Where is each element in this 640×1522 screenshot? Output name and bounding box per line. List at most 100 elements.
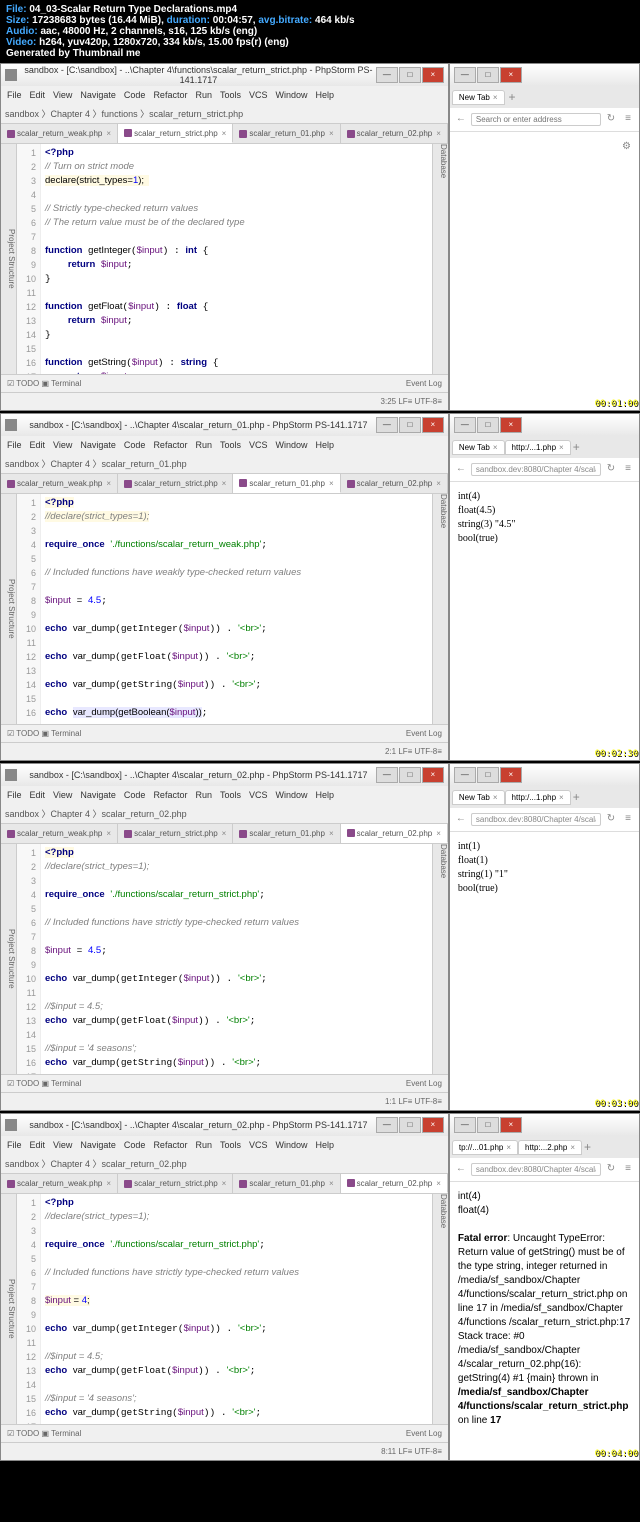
menu-run[interactable]: Run [195, 90, 212, 100]
browser-content: int(4) float(4.5) string(3) "4.5" bool(t… [450, 482, 639, 760]
ide-window: sandbox - [C:\sandbox] - ..\Chapter 4\fu… [0, 63, 449, 411]
close-tab-icon[interactable]: × [106, 129, 111, 138]
tab-file[interactable]: scalar_return_weak.php× [1, 824, 118, 843]
browser-content: int(1) float(1) string(1) "1" bool(true) [450, 832, 639, 1110]
browser-tab[interactable]: New Tab× [452, 90, 505, 105]
menu-edit[interactable]: Edit [30, 90, 46, 100]
browser-tab[interactable]: http:/...1.php× [505, 790, 571, 805]
code-area[interactable]: <?php // Turn on strict mode declare(str… [41, 144, 432, 374]
menu-view[interactable]: View [53, 90, 72, 100]
browser-tab[interactable]: tp://...01.php× [452, 1140, 518, 1155]
back-button[interactable]: ← [454, 463, 468, 477]
tab-file[interactable]: scalar_return_01.php× [233, 824, 340, 843]
close-tab-icon[interactable]: × [436, 129, 441, 138]
gear-icon[interactable]: ⚙ [622, 141, 631, 152]
editor[interactable]: Project Structure 1234567891011121314151… [1, 144, 448, 374]
close-tab-icon[interactable]: × [329, 129, 334, 138]
breadcrumb: sandbox 〉Chapter 4 〉scalar_return_01.php [5, 457, 187, 470]
reload-button[interactable]: ↻ [604, 113, 618, 127]
tab-file[interactable]: scalar_return_02.php× [341, 474, 448, 493]
timestamp: 00:02:30 [595, 749, 638, 759]
browser-window: —□× New Tab×+ ←↻≡ ⚙ [449, 63, 640, 411]
menu-button[interactable]: ≡ [621, 463, 635, 477]
maximize-button[interactable]: □ [477, 67, 499, 83]
tab-file[interactable]: scalar_return_weak.php× [1, 1174, 118, 1193]
new-tab-button[interactable]: + [584, 1140, 591, 1154]
menu-button[interactable]: ≡ [621, 813, 635, 827]
tab-file[interactable]: scalar_return_strict.php× [118, 124, 233, 143]
tab-file[interactable]: scalar_return_02.php× [341, 124, 448, 143]
new-tab-button[interactable]: + [573, 440, 580, 454]
reload-button[interactable]: ↻ [604, 813, 618, 827]
window-title: sandbox - [C:\sandbox] - ..\Chapter 4\sc… [21, 420, 376, 430]
tab-file[interactable]: scalar_return_weak.php× [1, 474, 118, 493]
maximize-button[interactable]: □ [399, 417, 421, 433]
minimize-button[interactable]: — [454, 67, 476, 83]
menu-help[interactable]: Help [316, 90, 335, 100]
new-tab-button[interactable]: + [509, 90, 516, 104]
minimize-button[interactable]: — [376, 67, 398, 83]
url-input[interactable] [471, 813, 601, 826]
close-button[interactable]: × [422, 417, 444, 433]
maximize-button[interactable]: □ [399, 67, 421, 83]
tab-file[interactable]: scalar_return_02.php× [341, 1174, 448, 1193]
menu-button[interactable]: ≡ [621, 113, 635, 127]
browser-content: ⚙ [450, 132, 639, 410]
menu-button[interactable]: ≡ [621, 1163, 635, 1177]
php-icon [239, 130, 247, 138]
address-bar: ← ↻≡ [450, 108, 639, 132]
menu-vcs[interactable]: VCS [249, 90, 268, 100]
window-title: sandbox - [C:\sandbox] - ..\Chapter 4\sc… [21, 1120, 376, 1130]
tab-file[interactable]: scalar_return_02.php× [341, 824, 448, 843]
video-header: File: 04_03-Scalar Return Type Declarati… [0, 0, 640, 63]
code-area[interactable]: <?php //declare(strict_types=1); require… [41, 844, 432, 1074]
menu-file[interactable]: File [7, 90, 22, 100]
breadcrumb: sandbox 〉Chapter 4 〉scalar_return_02.php [5, 807, 187, 820]
back-button[interactable]: ← [454, 813, 468, 827]
breadcrumb: sandbox 〉Chapter 4 〉scalar_return_02.php [5, 1157, 187, 1170]
tab-file[interactable]: scalar_return_01.php× [233, 124, 340, 143]
new-tab-button[interactable]: + [573, 790, 580, 804]
tab-file[interactable]: scalar_return_01.php× [233, 1174, 340, 1193]
tab-file[interactable]: scalar_return_01.php× [233, 474, 340, 493]
tab-file[interactable]: scalar_return_strict.php× [118, 824, 233, 843]
reload-button[interactable]: ↻ [604, 1163, 618, 1177]
status-bar: ☑ TODO ▣ TerminalEvent Log [1, 374, 448, 392]
titlebar: sandbox - [C:\sandbox] - ..\Chapter 4\fu… [1, 64, 448, 86]
menu-refactor[interactable]: Refactor [153, 90, 187, 100]
browser-tab[interactable]: http:...2.php× [518, 1140, 582, 1155]
menu-navigate[interactable]: Navigate [80, 90, 116, 100]
left-gutter[interactable]: Project Structure [1, 144, 17, 374]
close-button[interactable]: × [422, 67, 444, 83]
window-title: sandbox - [C:\sandbox] - ..\Chapter 4\sc… [21, 770, 376, 780]
reload-button[interactable]: ↻ [604, 463, 618, 477]
menu-code[interactable]: Code [124, 90, 146, 100]
minimize-button[interactable]: — [376, 417, 398, 433]
close-icon[interactable]: × [493, 93, 498, 102]
timestamp: 00:01:00 [595, 399, 638, 409]
back-button[interactable]: ← [454, 113, 468, 127]
right-gutter[interactable]: Database [432, 144, 448, 374]
close-button[interactable]: × [500, 67, 522, 83]
close-tab-icon[interactable]: × [222, 129, 227, 138]
timestamp: 00:03:00 [595, 1099, 638, 1109]
back-button[interactable]: ← [454, 1163, 468, 1177]
url-input[interactable] [471, 463, 601, 476]
browser-tab[interactable]: http:/...1.php× [505, 440, 571, 455]
app-icon [5, 69, 17, 81]
tab-file[interactable]: scalar_return_weak.php× [1, 124, 118, 143]
php-icon [7, 130, 15, 138]
tab-bar: scalar_return_weak.php× scalar_return_st… [1, 124, 448, 144]
tab-file[interactable]: scalar_return_strict.php× [118, 1174, 233, 1193]
browser-tab[interactable]: New Tab× [452, 440, 505, 455]
menubar: File Edit View Navigate Code Refactor Run Tools… [1, 86, 448, 104]
url-input[interactable] [471, 113, 601, 126]
tab-file[interactable]: scalar_return_strict.php× [118, 474, 233, 493]
browser-tab[interactable]: New Tab× [452, 790, 505, 805]
code-area[interactable]: <?php //declare(strict_types=1); require… [41, 494, 432, 724]
menu-window[interactable]: Window [276, 90, 308, 100]
menu-tools[interactable]: Tools [220, 90, 241, 100]
url-input[interactable] [471, 1163, 601, 1176]
code-area[interactable]: <?php //declare(strict_types=1); require… [41, 1194, 432, 1424]
line-numbers: 1234567891011121314151617181920212223 [17, 144, 41, 374]
